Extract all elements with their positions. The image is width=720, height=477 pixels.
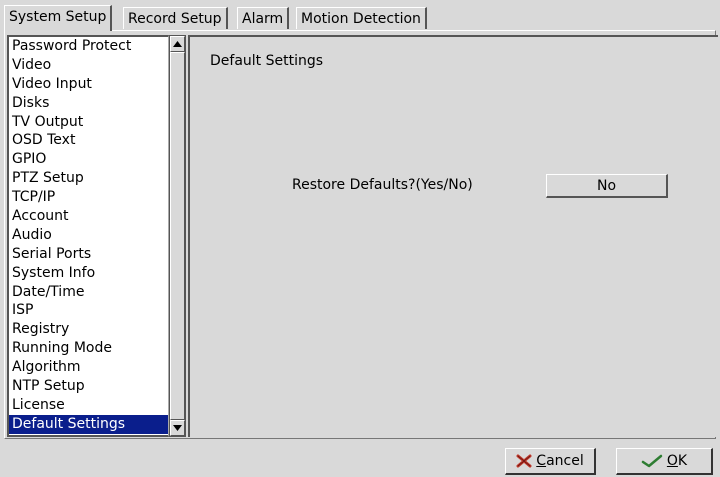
tab-alarm[interactable]: Alarm	[237, 7, 290, 29]
list-item-serial-ports[interactable]: Serial Ports	[9, 245, 168, 264]
list-item-running-mode[interactable]: Running Mode	[9, 339, 168, 358]
settings-panel: Default Settings Restore Defaults?(Yes/N…	[188, 35, 718, 437]
list-item-system-info[interactable]: System Info	[9, 264, 168, 283]
scroll-down-button[interactable]	[170, 420, 185, 436]
list-item-default-settings[interactable]: Default Settings	[9, 414, 168, 434]
tab-system-setup[interactable]: System Setup	[4, 5, 113, 31]
settings-list[interactable]: Password Protect Video Video Input Disks…	[7, 35, 169, 437]
section-title: Default Settings	[210, 53, 324, 69]
checkmark-icon	[641, 454, 663, 468]
tab-motion-detection[interactable]: Motion Detection	[296, 7, 427, 29]
list-item-gpio[interactable]: GPIO	[9, 150, 168, 169]
list-item-osd-text[interactable]: OSD Text	[9, 131, 168, 150]
list-item-ntp-setup[interactable]: NTP Setup	[9, 377, 168, 396]
list-item-password-protect[interactable]: Password Protect	[9, 37, 168, 56]
scroll-up-button[interactable]	[170, 36, 185, 52]
list-item-video-input[interactable]: Video Input	[9, 75, 168, 94]
list-item-tv-output[interactable]: TV Output	[9, 113, 168, 132]
list-item-ptz-setup[interactable]: PTZ Setup	[9, 169, 168, 188]
list-item-license[interactable]: License	[9, 396, 168, 415]
dialog-button-bar: Cancel OK	[0, 440, 720, 477]
ok-label: OK	[666, 452, 688, 469]
x-cross-icon	[516, 454, 532, 468]
list-item-video[interactable]: Video	[9, 56, 168, 75]
ok-button[interactable]: OK	[616, 448, 713, 475]
cancel-button[interactable]: Cancel	[505, 448, 596, 475]
list-item-disks[interactable]: Disks	[9, 94, 168, 113]
list-item-tcp-ip[interactable]: TCP/IP	[9, 188, 168, 207]
restore-defaults-toggle[interactable]: No	[546, 174, 668, 198]
list-item-account[interactable]: Account	[9, 207, 168, 226]
tab-record-setup[interactable]: Record Setup	[123, 7, 228, 29]
list-item-audio[interactable]: Audio	[9, 226, 168, 245]
cancel-label: Cancel	[536, 452, 584, 469]
list-scrollbar[interactable]	[169, 35, 186, 437]
restore-defaults-label: Restore Defaults?(Yes/No)	[292, 177, 473, 193]
list-item-date-time[interactable]: Date/Time	[9, 283, 168, 302]
scrollbar-thumb[interactable]	[170, 52, 185, 420]
list-item-algorithm[interactable]: Algorithm	[9, 358, 168, 377]
list-item-registry[interactable]: Registry	[9, 320, 168, 339]
tab-bar: System Setup Record Setup Alarm Motion D…	[0, 0, 720, 32]
list-item-isp[interactable]: ISP	[9, 301, 168, 320]
arrow-down-icon	[173, 425, 182, 431]
arrow-up-icon	[173, 41, 182, 47]
